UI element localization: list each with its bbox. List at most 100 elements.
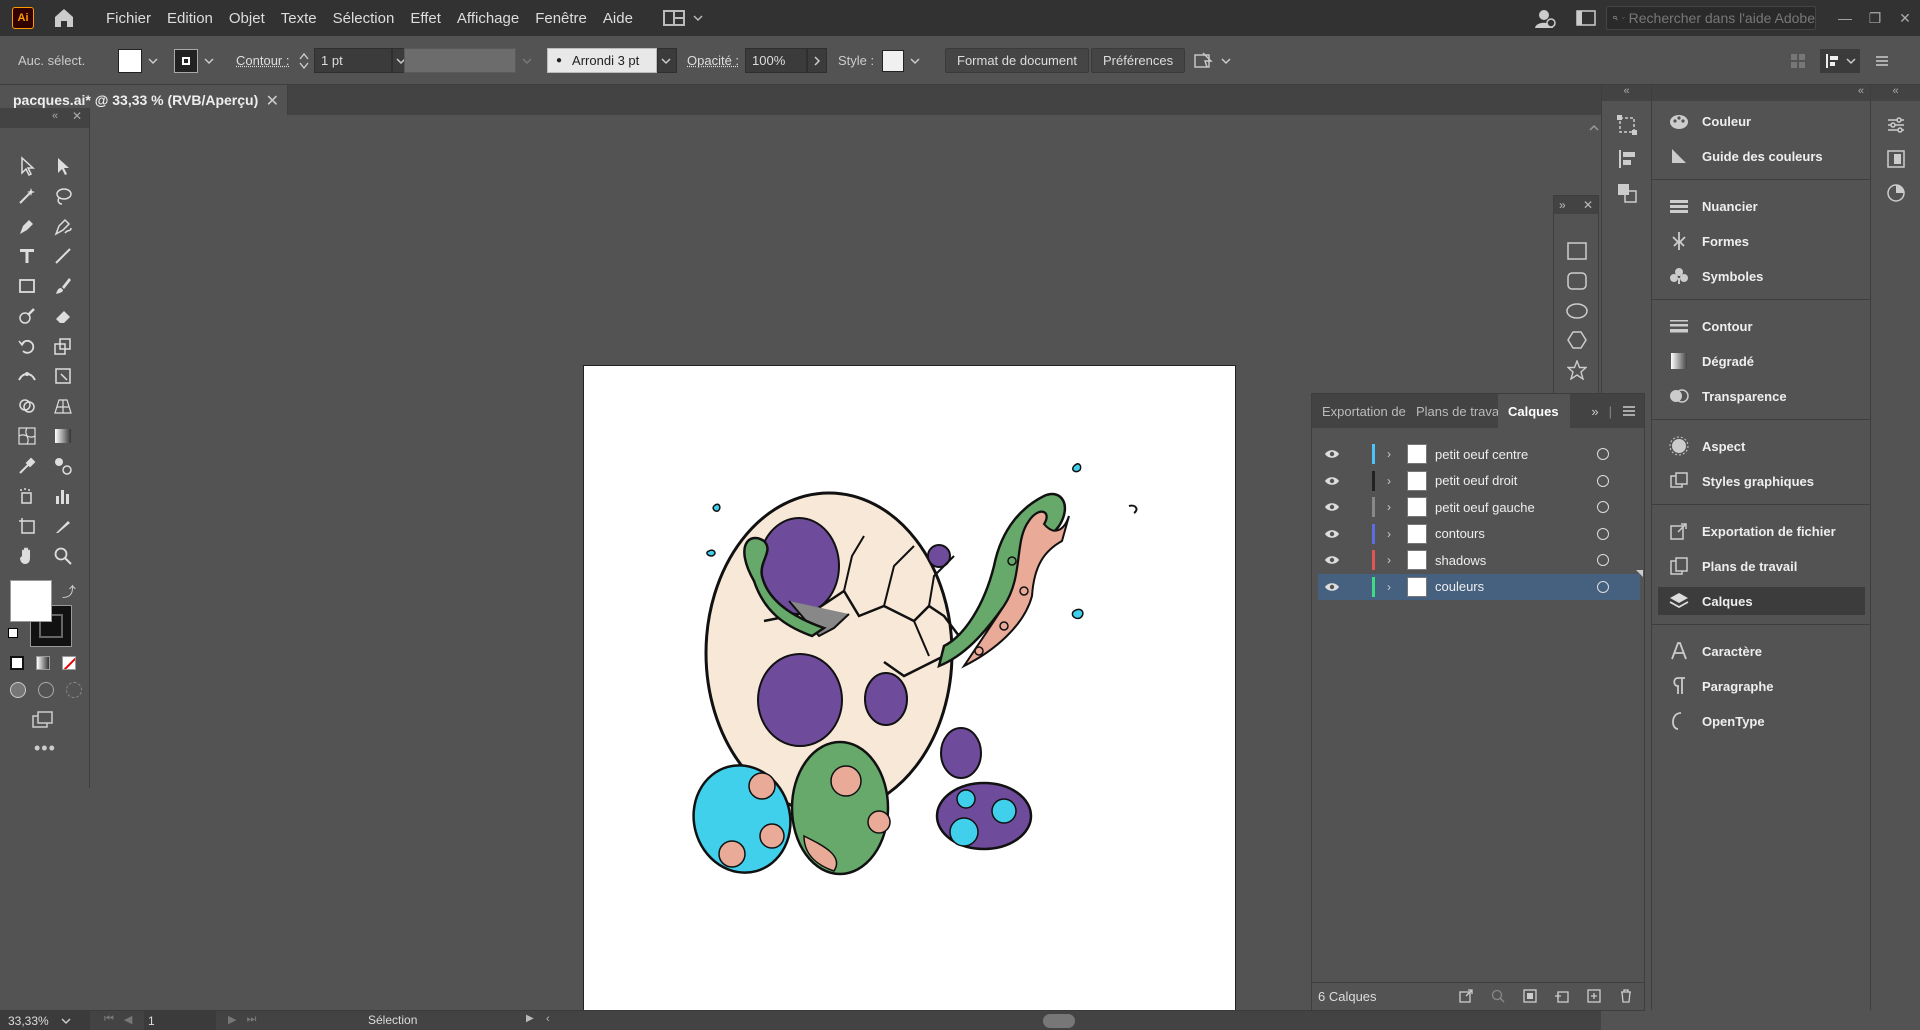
- shape-builder-tool-icon[interactable]: [12, 392, 42, 420]
- artboard-nav-prev[interactable]: ⏮ ◀: [104, 1013, 132, 1026]
- paintbrush-tool-icon[interactable]: [48, 272, 78, 300]
- tab-asset-export[interactable]: Exportation de: [1312, 394, 1406, 428]
- layer-row[interactable]: › petit oeuf droit: [1318, 468, 1640, 494]
- dock-item-exportation-de-fichier[interactable]: Exportation de fichier: [1658, 517, 1865, 545]
- clipping-mask-icon[interactable]: [1522, 988, 1538, 1004]
- expand-panel-icon[interactable]: »: [1591, 404, 1598, 419]
- chevron-down-icon[interactable]: [522, 56, 532, 66]
- dock-item-plans-de-travail[interactable]: Plans de travail: [1658, 552, 1865, 580]
- menu-item-7[interactable]: Fenêtre: [535, 10, 587, 27]
- new-sublayer-icon[interactable]: [1554, 988, 1570, 1004]
- variable-width-profile[interactable]: [404, 48, 516, 73]
- eye-icon[interactable]: [1324, 449, 1344, 459]
- gradient-mode-icon[interactable]: [36, 656, 50, 670]
- square-shape-icon[interactable]: [1567, 242, 1587, 260]
- menu-item-8[interactable]: Aide: [603, 10, 633, 27]
- trash-icon[interactable]: [1618, 988, 1634, 1004]
- panel-layout-icon[interactable]: [1576, 10, 1596, 26]
- curvature-tool-icon[interactable]: [48, 212, 78, 240]
- slice-tool-icon[interactable]: [48, 512, 78, 540]
- pathfinder-panel-icon[interactable]: [1616, 182, 1638, 204]
- layer-row[interactable]: › couleurs: [1318, 573, 1640, 600]
- scale-tool-icon[interactable]: [48, 332, 78, 360]
- layer-row[interactable]: › petit oeuf gauche: [1318, 494, 1640, 520]
- type-tool-icon[interactable]: [12, 242, 42, 270]
- draw-inside-icon[interactable]: [66, 682, 82, 698]
- fill-color-box[interactable]: [118, 48, 142, 73]
- dock-item-formes[interactable]: Formes: [1658, 227, 1865, 255]
- artboard-tool-icon[interactable]: [12, 512, 42, 540]
- zoom-tool-icon[interactable]: [48, 542, 78, 570]
- menu-lines-icon[interactable]: [1874, 53, 1890, 69]
- menu-item-3[interactable]: Texte: [281, 10, 317, 27]
- dock-item-paragraphe[interactable]: Paragraphe: [1658, 672, 1865, 700]
- rotate-tool-icon[interactable]: [12, 332, 42, 360]
- graphic-style-swatch[interactable]: [882, 49, 904, 72]
- expand-arrow-icon[interactable]: ›: [1387, 500, 1397, 514]
- properties-panel-icon[interactable]: [1885, 114, 1907, 136]
- blend-tool-icon[interactable]: [48, 452, 78, 480]
- color-mode-icon[interactable]: [10, 656, 24, 670]
- menu-item-0[interactable]: Fichier: [106, 10, 151, 27]
- collapse-icon[interactable]: «: [1602, 85, 1651, 101]
- target-circle-icon[interactable]: [1597, 474, 1609, 487]
- rectangle-tool-icon[interactable]: [12, 272, 42, 300]
- dock-item-dégradé[interactable]: Dégradé: [1658, 347, 1865, 375]
- direct-selection-tool-icon[interactable]: [48, 152, 78, 180]
- symbol-sprayer-tool-icon[interactable]: [12, 482, 42, 510]
- eraser-tool-icon[interactable]: [48, 302, 78, 330]
- new-layer-icon[interactable]: [1586, 988, 1602, 1004]
- menu-item-2[interactable]: Objet: [229, 10, 265, 27]
- hand-tool-icon[interactable]: [12, 542, 42, 570]
- minimize-button[interactable]: —: [1830, 6, 1860, 30]
- eye-icon[interactable]: [1324, 529, 1344, 539]
- grid-icon[interactable]: [1790, 53, 1806, 69]
- maximize-button[interactable]: ❐: [1860, 6, 1890, 30]
- layer-name[interactable]: couleurs: [1435, 579, 1585, 594]
- dock-item-nuancier[interactable]: Nuancier: [1658, 192, 1865, 220]
- expand-arrow-icon[interactable]: ›: [1387, 553, 1397, 567]
- column-graph-tool-icon[interactable]: [48, 482, 78, 510]
- artboard-number-field[interactable]: 1: [144, 1011, 216, 1030]
- expand-arrow-icon[interactable]: ›: [1387, 580, 1397, 594]
- fill-color-front[interactable]: [10, 580, 52, 622]
- target-circle-icon[interactable]: [1597, 527, 1609, 540]
- star-shape-icon[interactable]: [1567, 360, 1587, 380]
- artboard[interactable]: [583, 365, 1236, 1019]
- status-menu-arrow[interactable]: ▶: [526, 1013, 534, 1024]
- right-dock-header[interactable]: «: [1652, 85, 1870, 101]
- shapes-panel-header[interactable]: » ✕: [1554, 196, 1598, 214]
- close-window-button[interactable]: ✕: [1890, 6, 1920, 30]
- collapse-icon[interactable]: «: [1871, 85, 1920, 101]
- dock-item-calques[interactable]: Calques: [1658, 587, 1865, 615]
- eye-icon[interactable]: [1324, 555, 1344, 565]
- collapse-icon[interactable]: «: [1858, 85, 1864, 97]
- dock-item-aspect[interactable]: Aspect: [1658, 432, 1865, 460]
- dock-item-couleur[interactable]: Couleur: [1658, 107, 1865, 135]
- home-icon[interactable]: [52, 6, 76, 30]
- chevron-down-icon[interactable]: [148, 56, 158, 66]
- brush-definition-dropdown[interactable]: ● Arrondi 3 pt: [547, 48, 657, 73]
- fill-swatch[interactable]: [118, 48, 158, 73]
- close-icon[interactable]: ✕: [72, 109, 82, 123]
- none-mode-icon[interactable]: [62, 656, 76, 670]
- expand-arrow-icon[interactable]: ›: [1387, 527, 1397, 541]
- more-tools-icon[interactable]: •••: [34, 738, 56, 759]
- selection-tool-icon[interactable]: [12, 152, 42, 180]
- stroke-weight-field[interactable]: 1 pt: [314, 48, 392, 73]
- locate-object-icon[interactable]: [1490, 988, 1506, 1004]
- target-circle-icon[interactable]: [1597, 448, 1609, 460]
- swap-colors-icon[interactable]: ⤴: [62, 582, 76, 602]
- free-transform-tool-icon[interactable]: [48, 362, 78, 390]
- rounded-rect-shape-icon[interactable]: [1567, 272, 1587, 290]
- user-account-icon[interactable]: [1534, 7, 1556, 29]
- collapse-icon[interactable]: «: [52, 110, 58, 122]
- mesh-tool-icon[interactable]: [12, 422, 42, 450]
- artboard-nav-next[interactable]: ▶ ⏭: [228, 1013, 256, 1026]
- dock-item-styles-graphiques[interactable]: Styles graphiques: [1658, 467, 1865, 495]
- opacity-label[interactable]: Opacité :: [687, 53, 739, 68]
- target-circle-icon[interactable]: [1597, 580, 1609, 593]
- stroke-color-box[interactable]: [174, 48, 198, 73]
- target-circle-icon[interactable]: [1597, 501, 1609, 513]
- libraries-panel-icon[interactable]: [1885, 148, 1907, 170]
